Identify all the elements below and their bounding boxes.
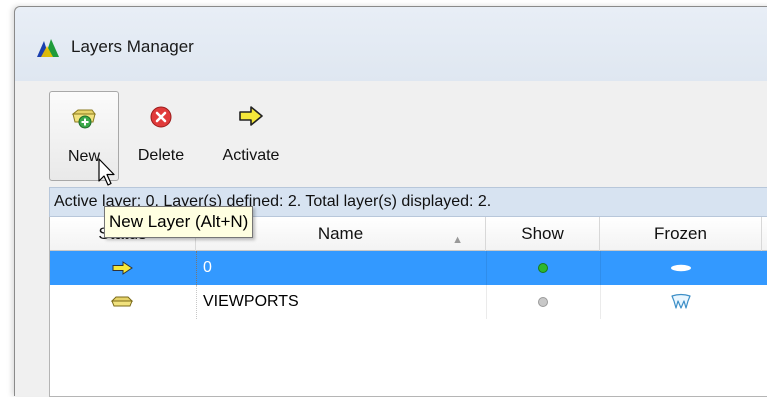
- name-cell[interactable]: 0: [196, 251, 486, 285]
- sun-icon: [671, 264, 691, 272]
- column-show[interactable]: Show: [486, 217, 600, 251]
- delete-layer-button[interactable]: Delete: [125, 91, 197, 181]
- new-layer-tooltip: New Layer (Alt+N): [104, 206, 254, 238]
- active-arrow-icon: [112, 261, 133, 275]
- window-title: Layers Manager: [71, 37, 194, 56]
- freeze-icon: [671, 293, 691, 309]
- name-cell[interactable]: VIEWPORTS: [196, 285, 486, 319]
- show-on-icon: [538, 263, 548, 273]
- activate-arrow-icon: [239, 106, 263, 126]
- new-layer-icon: [71, 109, 96, 129]
- status-cell[interactable]: [50, 251, 196, 285]
- frozen-toggle[interactable]: [600, 285, 762, 319]
- show-toggle[interactable]: [486, 285, 600, 319]
- app-logo-icon: [37, 39, 59, 57]
- column-name-label: Name: [317, 224, 364, 243]
- client-area: New Delete Activate Active layer: 0. Lay…: [35, 81, 767, 397]
- table-row[interactable]: 0: [50, 251, 767, 285]
- layers-manager-window: Layers Manager New Delete Activate Activ…: [14, 6, 767, 397]
- show-toggle[interactable]: [486, 251, 600, 285]
- activate-label: Activate: [222, 147, 280, 164]
- mouse-pointer-icon: [98, 158, 115, 186]
- show-off-icon: [538, 297, 548, 307]
- frozen-toggle[interactable]: [600, 251, 762, 285]
- layer-folder-icon: [110, 296, 134, 307]
- activate-layer-button[interactable]: Activate: [205, 91, 297, 181]
- column-frozen[interactable]: Frozen: [600, 217, 762, 251]
- layers-table: Status Name ▲ Show Frozen 0: [49, 217, 767, 397]
- table-row[interactable]: VIEWPORTS: [50, 285, 767, 319]
- title-bar: Layers Manager: [15, 7, 767, 81]
- delete-label: Delete: [137, 147, 185, 164]
- status-cell[interactable]: [50, 285, 196, 319]
- delete-icon: [150, 106, 172, 128]
